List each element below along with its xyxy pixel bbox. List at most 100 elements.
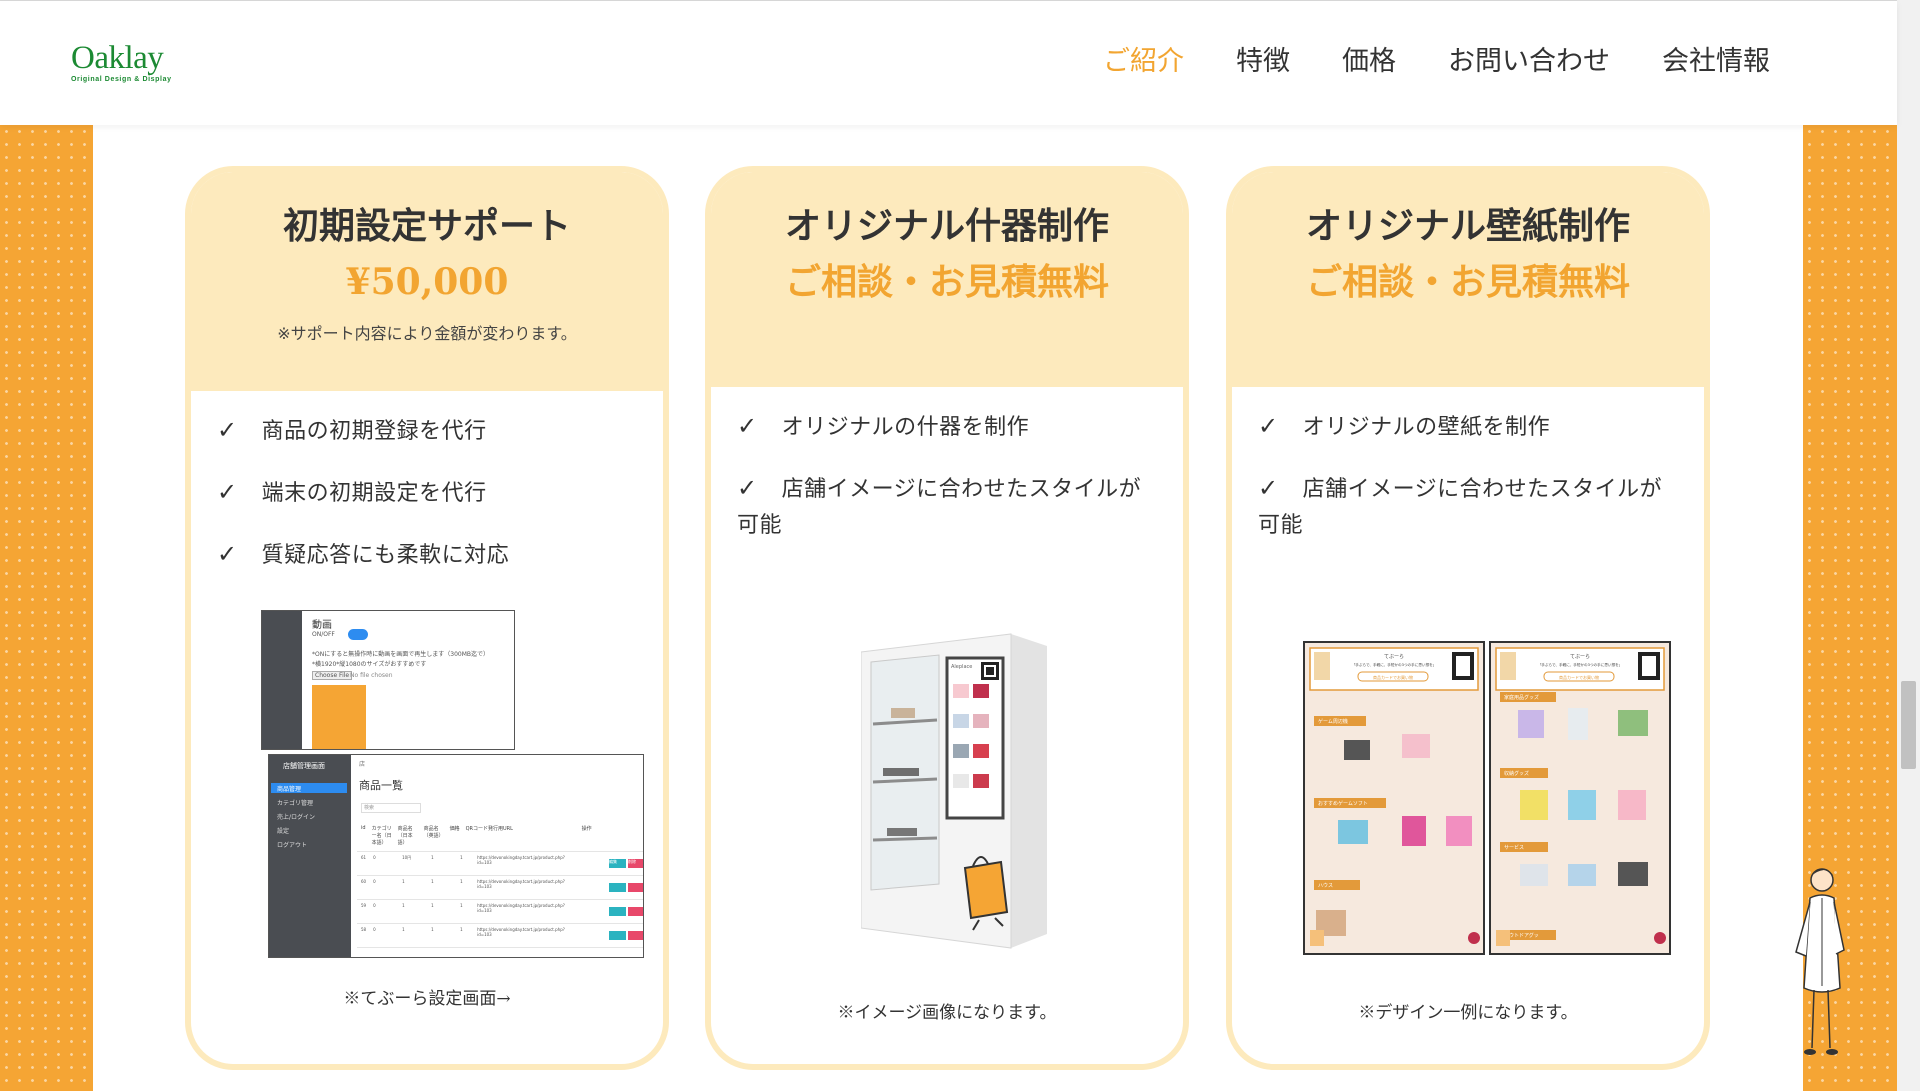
furniture-side [1011, 634, 1047, 948]
card-title: 初期設定サポート [282, 205, 571, 247]
product-thumb [1618, 790, 1646, 820]
product-thumb [1568, 708, 1588, 740]
feature-list: ✓ オリジナルの什器を制作 ✓ 店舗イメージに合わせたスタイルが可能 [737, 408, 1163, 568]
nav-item-intro[interactable]: ご紹介 [1103, 42, 1184, 82]
site-header: Oaklay Original Design & Display ご紹介 特徴 … [0, 1, 1897, 125]
nav-item-company[interactable]: 会社情報 [1662, 42, 1770, 82]
language-flag-icon [1654, 932, 1666, 944]
list-item: ✓ 質疑応答にも柔軟に対応 [217, 540, 510, 568]
mock-video-preview [312, 685, 366, 749]
nav-item-features[interactable]: 特徴 [1236, 42, 1290, 82]
card-price: ご相談・お見積無料 [784, 261, 1109, 303]
card-caption: ※デザイン一例になります。 [1358, 1003, 1578, 1023]
card-header: 初期設定サポート ¥50,000 ※サポート内容により金額が変わります。 [191, 172, 663, 391]
scrollbar-thumb[interactable] [1901, 681, 1916, 769]
shelf [872, 836, 938, 842]
check-icon: ✓ [217, 478, 238, 506]
check-icon: ✓ [737, 412, 758, 440]
mock-video-title: 動画 [312, 620, 332, 631]
mascot-mini-icon [1314, 652, 1330, 680]
wallpaper-illustration: てぶーら 「手ぶらで、手軽に、手短かの3つの手に思い想を」 商品カードでお買い物… [1303, 641, 1671, 955]
feature-list: ✓ 商品の初期登録を代行 ✓ 端末の初期設定を代行 ✓ 質疑応答にも柔軟に対応 [217, 412, 643, 598]
product-thumb [1338, 820, 1368, 844]
check-icon: ✓ [1258, 474, 1279, 502]
shelf-item [883, 768, 919, 776]
mock-row-divider [357, 923, 643, 924]
list-item: ✓ オリジナルの什器を制作 [737, 412, 1030, 440]
mock-search: 検索 [361, 803, 421, 813]
main-nav: ご紹介 特徴 価格 お問い合わせ 会社情報 [1051, 42, 1770, 82]
language-flag-icon [1468, 932, 1480, 944]
svg-text:商品カードでお買い物: 商品カードでお買い物 [1373, 674, 1413, 680]
mock-sidebar [262, 611, 302, 749]
mock-row-divider [357, 947, 643, 948]
mock-sidebar-item: カテゴリ管理 [277, 800, 314, 807]
product-thumb [1402, 816, 1426, 846]
list-item: ✓ 商品の初期登録を代行 [217, 416, 487, 444]
mock-sidebar: 店舗管理画面 商品管理 カテゴリ管理 売上/ログイン 設定 ログアウト [269, 755, 351, 957]
check-icon: ✓ [1258, 412, 1279, 440]
svg-text:収納グッズ: 収納グッズ [1504, 770, 1529, 777]
card-title: オリジナル壁紙制作 [1305, 205, 1630, 247]
table-row: 59 0 1 1 1 https://devonokingday.tcart.jp/pro… [361, 903, 565, 913]
nav-item-contact[interactable]: お問い合わせ [1448, 42, 1610, 82]
mock-edit-button: 編集 [609, 859, 626, 868]
svg-text:家庭用品グッズ: 家庭用品グッズ [1504, 694, 1539, 701]
nav-item-price[interactable]: 価格 [1342, 42, 1396, 82]
list-item: ✓ 店舗イメージに合わせたスタイルが可能 [737, 474, 1142, 538]
product-thumb [953, 774, 969, 788]
product-thumb [973, 744, 989, 758]
svg-text:サービス: サービス [1504, 844, 1524, 851]
mock-row-divider [357, 875, 643, 876]
card-original-furniture: オリジナル什器制作 ご相談・お見積無料 ✓ オリジナルの什器を制作 ✓ 店舗イメージ… [705, 166, 1189, 1070]
card-note: ※サポート内容により金額が変わります。 [277, 324, 577, 343]
mock-delete-button [628, 907, 643, 916]
mock-help-1: *ONにすると無操作時に動画を画面で再生します（300MB迄で） [312, 651, 490, 658]
product-thumb [1618, 862, 1648, 886]
product-thumb [1618, 710, 1648, 736]
screen-brand: Aleplace [951, 664, 972, 670]
mock-row-divider [357, 899, 643, 900]
settings-screenshot-front: 店舗管理画面 商品管理 カテゴリ管理 売上/ログイン 設定 ログアウト 店 商品… [268, 754, 644, 958]
card-original-wallpaper: オリジナル壁紙制作 ご相談・お見積無料 ✓ オリジナルの壁紙を制作 ✓ 店舗イメージ… [1226, 166, 1710, 1070]
page-scrollbar[interactable] [1897, 0, 1920, 1091]
check-icon: ✓ [217, 540, 238, 568]
mock-sidebar-item: 商品管理 [277, 786, 302, 793]
logo[interactable]: Oaklay Original Design & Display [71, 41, 172, 83]
list-item: ✓ 端末の初期設定を代行 [217, 478, 487, 506]
card-caption: ※イメージ画像になります。 [837, 1003, 1057, 1023]
product-thumb [1344, 740, 1370, 760]
mock-sidebar-item: 設定 [277, 828, 290, 835]
mock-edit-button [609, 931, 626, 940]
logo-tagline: Original Design & Display [71, 76, 172, 83]
svg-text:商品カードでお買い物: 商品カードでお買い物 [1559, 674, 1599, 680]
shelf-item [891, 708, 915, 718]
feature-list: ✓ オリジナルの壁紙を制作 ✓ 店舗イメージに合わせたスタイルが可能 [1258, 408, 1684, 568]
product-thumb [953, 684, 969, 698]
menu-icon [1310, 930, 1324, 946]
mock-help-2: *横1920*縦1080のサイズがおすすめです [312, 661, 427, 668]
product-thumb [1446, 816, 1472, 846]
card-header: オリジナル什器制作 ご相談・お見積無料 [711, 172, 1183, 387]
svg-text:ゲーム周辺機: ゲーム周辺機 [1318, 718, 1348, 725]
table-row: 58 0 1 1 1 https://devonokingday.tcart.jp/pro… [361, 927, 565, 937]
mascot-character-icon [1795, 868, 1845, 1055]
mock-heading: 商品一覧 [359, 779, 403, 792]
product-thumb [1520, 790, 1548, 820]
mock-sidebar-item: 売上/ログイン [277, 814, 316, 821]
menu-icon [1496, 930, 1510, 946]
shelf-item [887, 828, 917, 836]
card-setup-support: 初期設定サポート ¥50,000 ※サポート内容により金額が変わります。 ✓ 商品… [185, 166, 669, 1070]
svg-text:おすすめゲームソフト: おすすめゲームソフト [1318, 800, 1368, 807]
card-caption: ※てぶーら設定画面→ [343, 989, 511, 1009]
card-title: オリジナル什器制作 [784, 205, 1109, 247]
product-thumb [1402, 734, 1430, 758]
mock-sidebar-item: ログアウト [277, 842, 308, 849]
mock-sidebar-title: 店舗管理画面 [283, 762, 325, 770]
table-row: 60 0 1 1 1 https://devonokingday.tcart.jp/pro… [361, 879, 565, 889]
svg-text:「手ぶらで、手軽に、手短かの3つの手に思い想を」: 「手ぶらで、手軽に、手短かの3つの手に思い想を」 [1352, 662, 1437, 667]
product-thumb [1520, 864, 1548, 886]
mock-breadcrumb: 店 [359, 761, 366, 768]
product-thumb [1518, 710, 1544, 738]
mock-file-status: No file chosen [350, 672, 393, 679]
